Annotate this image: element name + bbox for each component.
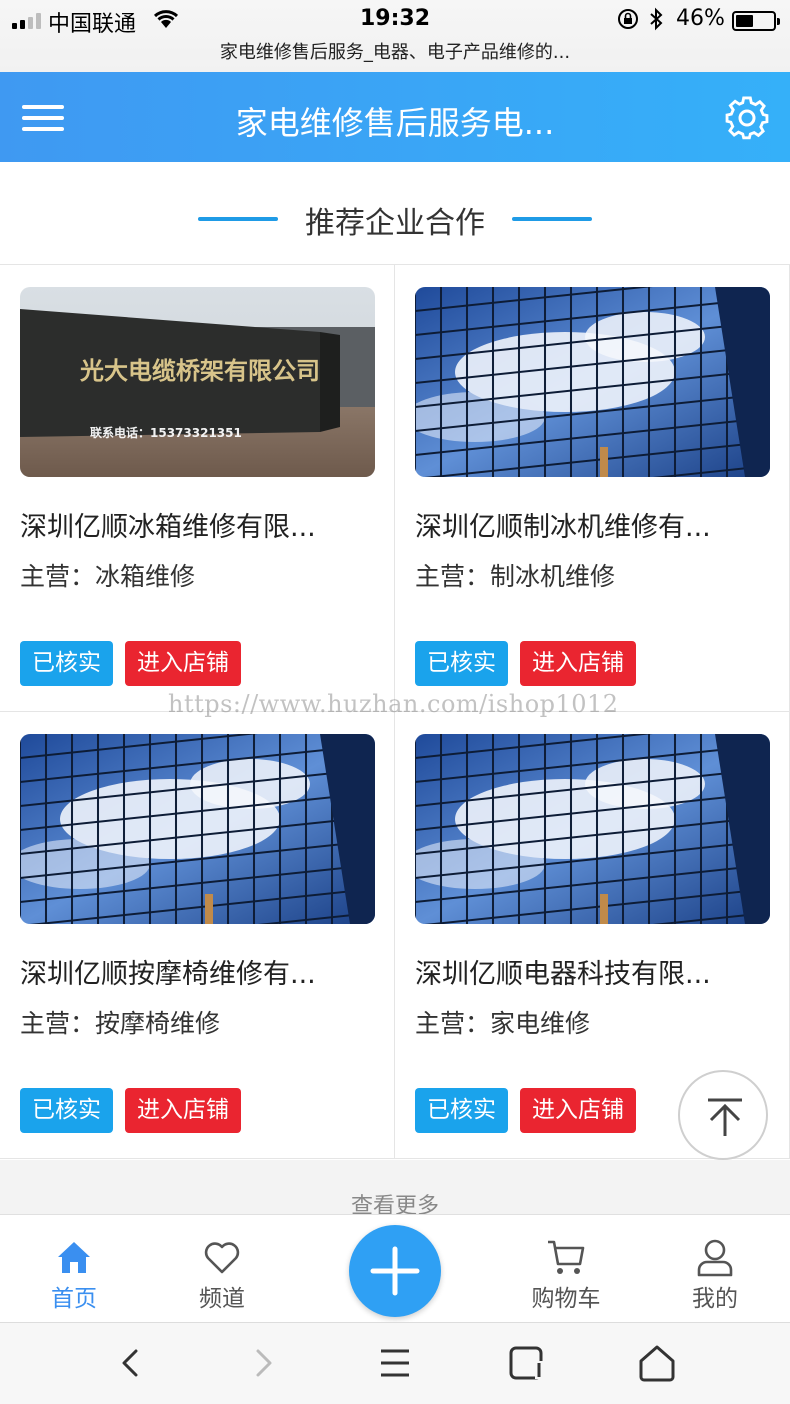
forward-icon[interactable] <box>242 1341 286 1385</box>
home-icon <box>58 1242 90 1273</box>
back-icon[interactable] <box>108 1341 152 1385</box>
clock: 19:32 <box>359 6 431 31</box>
heading-line-right <box>512 217 592 221</box>
bluetooth-icon <box>650 7 663 31</box>
page-title: 家电维修售后服务电... <box>235 104 555 142</box>
verified-badge: 已核实 <box>415 1088 508 1133</box>
company-name[interactable]: 深圳亿顺冰箱维修有限... <box>20 505 375 544</box>
company-card[interactable]: 深圳亿顺制冰机维修有... 主营：制冰机维修 已核实 进入店铺 <box>395 265 790 712</box>
heart-icon <box>204 1242 240 1274</box>
app-header: 家电维修售后服务电... <box>0 72 790 162</box>
company-photo[interactable]: 光大电缆桥架有限公司 联系电话：15373321351 <box>20 287 375 477</box>
menu-button[interactable] <box>22 103 64 133</box>
company-business: 主营：按摩椅维修 <box>20 1009 221 1038</box>
image-sign-text: 光大电缆桥架有限公司 <box>79 357 320 385</box>
tab-label: 首页 <box>51 1286 97 1312</box>
tab-label: 购物车 <box>531 1286 601 1312</box>
enter-shop-button[interactable]: 进入店铺 <box>520 641 636 686</box>
section-title: 推荐企业合作 <box>305 206 485 241</box>
enter-shop-button[interactable]: 进入店铺 <box>125 1088 241 1133</box>
company-photo[interactable] <box>415 287 770 477</box>
home-outline-icon[interactable] <box>635 1341 679 1385</box>
arrow-up-icon <box>708 1098 742 1136</box>
verified-badge: 已核实 <box>20 641 113 686</box>
battery-percent: 46% <box>676 6 725 31</box>
tab-label: 我的 <box>692 1286 738 1312</box>
section-heading: 推荐企业合作 <box>0 170 790 264</box>
tab-home[interactable]: 首页 <box>14 1215 134 1323</box>
watermark: https://www.huzhan.com/ishop1012 <box>168 690 619 718</box>
company-business: 主营：家电维修 <box>415 1009 591 1038</box>
company-photo[interactable] <box>415 734 770 924</box>
status-bar: 中国联通 19:32 46% 家电维修售后服务_电器、电子产品维修的... <box>0 0 790 72</box>
view-more-strip: 查看更多 <box>0 1160 790 1219</box>
company-business: 主营：冰箱维修 <box>20 562 196 591</box>
user-icon <box>697 1239 733 1277</box>
add-button[interactable] <box>349 1225 441 1317</box>
company-business: 主营：制冰机维修 <box>415 562 616 591</box>
orientation-lock-icon <box>618 9 638 29</box>
company-photo[interactable] <box>20 734 375 924</box>
browser-toolbar <box>0 1322 790 1404</box>
company-name[interactable]: 深圳亿顺制冰机维修有... <box>415 505 770 544</box>
company-card[interactable]: 光大电缆桥架有限公司 联系电话：15373321351 深圳亿顺冰箱维修有限..… <box>0 265 395 712</box>
bottom-tab-bar: 首页 频道 购物车 我的 <box>0 1214 790 1322</box>
cart-icon <box>548 1240 585 1274</box>
back-to-top-button[interactable] <box>678 1070 768 1160</box>
settings-gear-icon[interactable] <box>724 95 770 141</box>
tab-channel[interactable]: 频道 <box>162 1215 282 1323</box>
verified-badge: 已核实 <box>415 641 508 686</box>
company-card[interactable]: 深圳亿顺按摩椅维修有... 主营：按摩椅维修 已核实 进入店铺 <box>0 712 395 1159</box>
plus-icon <box>370 1246 420 1296</box>
enter-shop-button[interactable]: 进入店铺 <box>125 641 241 686</box>
enter-shop-button[interactable]: 进入店铺 <box>520 1088 636 1133</box>
tab-mine[interactable]: 我的 <box>655 1215 775 1323</box>
company-name[interactable]: 深圳亿顺电器科技有限... <box>415 952 770 991</box>
company-name[interactable]: 深圳亿顺按摩椅维修有... <box>20 952 375 991</box>
verified-badge: 已核实 <box>20 1088 113 1133</box>
tab-cart[interactable]: 购物车 <box>506 1215 626 1323</box>
tabs-icon[interactable] <box>505 1341 549 1385</box>
browser-page-title: 家电维修售后服务_电器、电子产品维修的... <box>219 42 571 63</box>
battery-icon <box>732 11 780 31</box>
tab-label: 频道 <box>199 1286 245 1312</box>
image-phone-text: 联系电话：15373321351 <box>90 425 242 440</box>
menu-lines-icon[interactable] <box>373 1341 417 1385</box>
